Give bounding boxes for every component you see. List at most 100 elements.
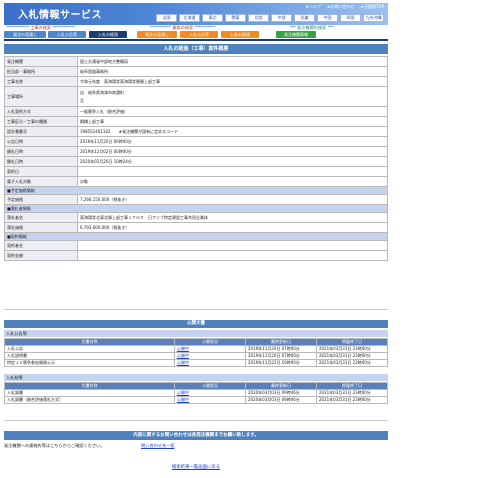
doc-status-link[interactable]: 公開中 xyxy=(174,359,246,367)
row-value: 2020年02月26日 10時24分 xyxy=(77,156,388,167)
region-button[interactable]: 近畿 xyxy=(294,14,315,22)
tab-consulting-notice[interactable]: 入札公告等 xyxy=(180,31,218,38)
detail-row: 工事場所自 岐阜県海津市南濃町 至 xyxy=(4,86,388,107)
detail-row: 落札者名 東海環状北東北勝上部工事ＪＴＨＩ 日ファブ特定建設工事共同企業体 xyxy=(4,212,388,223)
row-label: 開札日時 xyxy=(4,156,78,167)
region-nav: 全国 北海道 東北 関東 北陸 中部 近畿 中国 四国 九州沖縄 xyxy=(156,14,384,22)
table-row: 入札調書 公開中 2020年03月03日 09時46分 2021年03月31日 … xyxy=(4,389,388,397)
detail-row: 契約者名 xyxy=(4,240,388,251)
case-detail-table: 発注機関 国土交通省中部地方整備局 担当部・事務所 岐阜国道事務所 工事名称 令和元年… xyxy=(4,56,388,261)
row-label: 入札契約方式 xyxy=(4,106,78,117)
notice-docs-header: 入札公告等 xyxy=(4,330,388,337)
region-button[interactable]: 全国 xyxy=(156,14,177,22)
row-value: 1985S1401102 ★発注機関が固有に定めるコード xyxy=(77,126,388,137)
row-label: 契約日 xyxy=(4,166,78,177)
row-value: 2019年12月02日 00時00分 xyxy=(77,146,388,157)
row-label: 電子入札対象 xyxy=(4,176,78,187)
table-row: 入札公告 公開中 2019年11月20日 07時00分 2021年03月31日 … xyxy=(4,345,388,353)
table-row: 特定ＪＶ競争参加資格公示 公開中 2019年11月22日 10時00分 2021… xyxy=(4,359,388,367)
table-header-row: 文書名称 公開状況 最終更新日 掲載終了日 xyxy=(4,382,388,390)
doc-status-link[interactable]: 公開中 xyxy=(174,389,246,397)
doc-name: 入札調書 xyxy=(4,389,175,397)
tab-construction-outlook[interactable]: 発注の見通し xyxy=(4,31,46,38)
doc-end: 2021年03月31日 23時00分 xyxy=(316,352,388,360)
row-label: 予定価格 xyxy=(4,194,78,205)
row-label: 公告日時 xyxy=(4,136,78,147)
region-button[interactable]: 北海道 xyxy=(179,14,200,22)
region-button[interactable]: 関東 xyxy=(225,14,246,22)
tab-consulting-progress[interactable]: 入札の経過 xyxy=(221,31,259,38)
notice-docs-table: 文書名称 公開状況 最終更新日 掲載終了日 入札公告 公開中 2019年11月2… xyxy=(4,338,388,367)
doc-status-link[interactable]: 公開中 xyxy=(174,396,246,404)
winner-section-header: ■落札者情報 xyxy=(4,204,388,213)
divider xyxy=(4,309,388,310)
table-header-row: 文書名称 公開状況 最終更新日 掲載終了日 xyxy=(4,338,388,346)
table-row: 入札説明書 公開中 2019年11月20日 07時00分 2021年03月31日… xyxy=(4,352,388,360)
back-to-results-link[interactable]: 検索結果一覧画面に戻る xyxy=(0,464,392,470)
region-button[interactable]: 九州沖縄 xyxy=(363,14,384,22)
doc-end: 2021年03月31日 23時00分 xyxy=(316,345,388,353)
detail-row: 予定価格 7,266,150,000（税抜き） xyxy=(4,194,388,205)
doc-name: 入札説明書 xyxy=(4,352,175,360)
contact-row: 発注機関への連絡先等はこちらからご確認ください。 問い合わせ先一覧 xyxy=(4,442,388,449)
row-value: 2019年11月20日 00時00分 xyxy=(77,136,388,147)
doc-updated: 2019年11月20日 07時00分 xyxy=(245,352,317,360)
row-label: 工事名称 xyxy=(4,76,78,87)
row-label: 担当部・事務所 xyxy=(4,66,78,77)
region-button[interactable]: 北陸 xyxy=(248,14,269,22)
tab-underline xyxy=(4,39,388,41)
detail-row: 契約日 xyxy=(4,166,388,177)
row-value xyxy=(77,166,388,177)
row-value: 自 岐阜県海津市南濃町 至 xyxy=(77,86,388,107)
tab-consulting-outlook[interactable]: 発注の見通し xyxy=(137,31,177,38)
row-value: 岐阜国道事務所 xyxy=(77,66,388,77)
doc-end: 2021年03月31日 23時00分 xyxy=(316,389,388,397)
doc-updated: 2019年11月22日 10時00分 xyxy=(245,359,317,367)
top-links: ★ヘルプ ★お問い合わせ ★全国版TOP xyxy=(305,4,384,10)
public-docs-title: 公開文書 xyxy=(4,320,388,328)
detail-row: 開札日時 2019年12月02日 00時00分 xyxy=(4,146,388,157)
header-banner: 入札情報サービス ★ヘルプ ★お問い合わせ ★全国版TOP 全国 北海道 東北 … xyxy=(4,3,388,25)
doc-updated: 2019年11月20日 07時00分 xyxy=(245,345,317,353)
contact-title: 内容に関するお問い合わせは各発注機関までお願い致します。 xyxy=(4,431,388,440)
region-button[interactable]: 四国 xyxy=(340,14,361,22)
row-label: 工事区分／工事の種類 xyxy=(4,116,78,127)
result-docs-header: 入札結果 xyxy=(4,374,388,381)
row-value: 令和元年度 東海環状東海環状勝勝上部工事 xyxy=(77,76,388,87)
doc-name: 入札調書（総合評価落札方式） xyxy=(4,396,175,404)
doc-status-link[interactable]: 公開中 xyxy=(174,345,246,353)
detail-row: 契約金額 xyxy=(4,250,388,261)
row-value: 鋼橋上部工事 xyxy=(77,116,388,127)
detail-row: 開札日時 2020年02月26日 10時24分 xyxy=(4,156,388,167)
page-title: 入札の経過（工事）案件概要 xyxy=(4,44,388,54)
row-label: 契約金額 xyxy=(4,250,78,261)
estimate-section-header: ■予定価格情報 xyxy=(4,186,388,195)
tab-construction-notice[interactable]: 入札公告等 xyxy=(48,31,86,38)
region-button[interactable]: 中部 xyxy=(271,14,292,22)
doc-status-link[interactable]: 公開中 xyxy=(174,352,246,360)
contact-list-link[interactable]: 問い合わせ先一覧 xyxy=(141,443,175,449)
row-label: 落札者名 xyxy=(4,212,78,223)
row-label: 工事場所 xyxy=(4,86,78,107)
doc-end: 2021年03月31日 23時00分 xyxy=(316,396,388,404)
detail-row: 設計書番号 1985S1401102 ★発注機関が固有に定めるコード xyxy=(4,126,388,137)
detail-row: 工事区分／工事の種類 鋼橋上部工事 xyxy=(4,116,388,127)
row-label: 開札日時 xyxy=(4,146,78,157)
divider xyxy=(4,420,388,421)
help-link[interactable]: ★ヘルプ xyxy=(305,4,321,10)
tab-org-info[interactable]: 発注機関情報 xyxy=(276,31,316,38)
region-button[interactable]: 東北 xyxy=(202,14,223,22)
doc-end: 2021年03月31日 23時00分 xyxy=(316,359,388,367)
table-row: 入札調書（総合評価落札方式） 公開中 2020年03月03日 09時46分 20… xyxy=(4,396,388,404)
row-value: 対象 xyxy=(77,176,388,187)
doc-name: 特定ＪＶ競争参加資格公示 xyxy=(4,359,175,367)
inquiry-link[interactable]: ★お問い合わせ xyxy=(327,4,355,10)
row-label: 契約者名 xyxy=(4,240,78,251)
row-value: 7,266,150,000（税抜き） xyxy=(77,194,388,205)
doc-updated: 2020年03月03日 09時46分 xyxy=(245,389,317,397)
row-label: 発注機関 xyxy=(4,56,78,67)
row-value: 6,793,000,000（税抜き） xyxy=(77,222,388,233)
tab-construction-progress[interactable]: 入札の経過 xyxy=(89,31,127,38)
region-button[interactable]: 中国 xyxy=(317,14,338,22)
national-top-link[interactable]: ★全国版TOP xyxy=(360,4,384,10)
